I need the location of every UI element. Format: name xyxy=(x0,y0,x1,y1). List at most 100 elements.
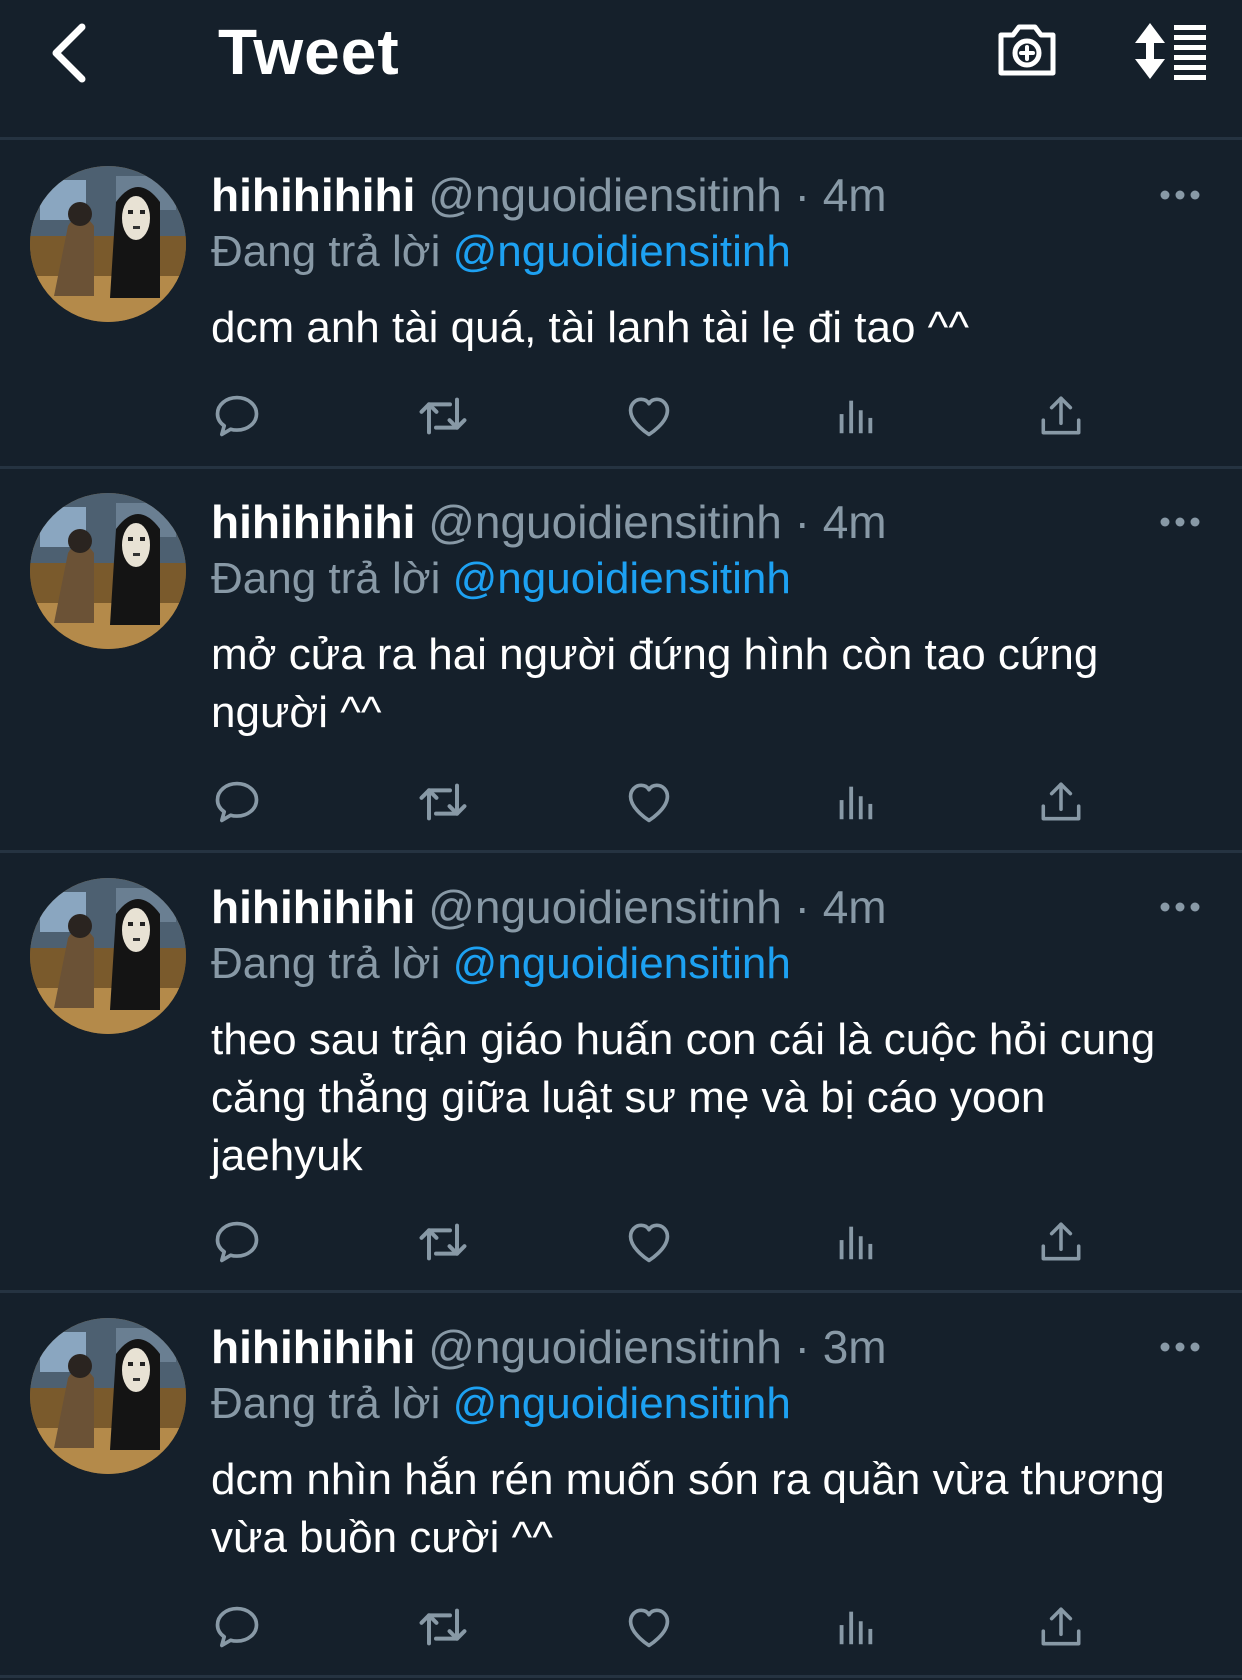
tweet[interactable]: hihihihihi @nguoidiensitinh · 4m Đang tr… xyxy=(0,140,1242,469)
reply-icon xyxy=(211,776,263,828)
more-dots-icon[interactable] xyxy=(1158,180,1202,210)
reply-context: Đang trả lời @nguoidiensitinh xyxy=(211,224,791,280)
bottom-divider xyxy=(0,1675,1242,1678)
separator-dot: · xyxy=(794,1321,810,1373)
like-button[interactable] xyxy=(619,386,679,446)
timestamp: 4m xyxy=(822,496,887,548)
reply-mention-link[interactable]: @nguoidiensitinh xyxy=(453,554,791,603)
reply-prefix: Đang trả lời xyxy=(211,227,441,276)
display-name[interactable]: hihihihihi xyxy=(211,169,415,221)
reply-context: Đang trả lời @nguoidiensitinh xyxy=(211,551,791,607)
reply-prefix: Đang trả lời xyxy=(211,554,441,603)
like-button[interactable] xyxy=(619,1212,679,1272)
share-icon xyxy=(1036,1217,1086,1267)
tweet-text: dcm anh tài quá, tài lanh tài lẹ đi tao … xyxy=(211,303,969,352)
separator-dot: · xyxy=(794,169,810,221)
tweet-text: dcm nhìn hắn rén muốn són ra quần vừa th… xyxy=(211,1455,1165,1562)
tweet-header: hihihihihi @nguoidiensitinh · 4m xyxy=(211,879,887,935)
more-dots-icon[interactable] xyxy=(1158,507,1202,537)
chevron-left-icon xyxy=(52,23,86,83)
back-button[interactable] xyxy=(38,18,98,88)
analytics-icon xyxy=(832,1604,878,1650)
reply-icon xyxy=(211,1601,263,1653)
tweet[interactable]: hihihihihi @nguoidiensitinh · 4m Đang tr… xyxy=(0,469,1242,853)
retweet-icon xyxy=(415,388,471,444)
display-name[interactable]: hihihihihi xyxy=(211,496,415,548)
reply-mention-link[interactable]: @nguoidiensitinh xyxy=(453,1379,791,1428)
like-button[interactable] xyxy=(619,772,679,832)
avatar[interactable] xyxy=(30,166,186,322)
separator-dot: · xyxy=(794,496,810,548)
reply-prefix: Đang trả lời xyxy=(211,1379,441,1428)
share-button[interactable] xyxy=(1031,1212,1091,1272)
analytics-icon xyxy=(832,393,878,439)
reply-prefix: Đang trả lời xyxy=(211,939,441,988)
retweet-button[interactable] xyxy=(413,772,473,832)
heart-icon xyxy=(623,1216,675,1268)
action-bar xyxy=(0,772,1242,832)
user-handle[interactable]: @nguoidiensitinh xyxy=(428,1321,782,1373)
retweet-button[interactable] xyxy=(413,1212,473,1272)
retweet-icon xyxy=(415,774,471,830)
reply-button[interactable] xyxy=(207,386,267,446)
share-icon xyxy=(1036,777,1086,827)
display-name[interactable]: hihihihihi xyxy=(211,881,415,933)
reply-icon xyxy=(211,390,263,442)
analytics-button[interactable] xyxy=(825,1597,885,1657)
analytics-button[interactable] xyxy=(825,386,885,446)
retweet-icon xyxy=(415,1599,471,1655)
more-dots-icon[interactable] xyxy=(1158,892,1202,922)
analytics-button[interactable] xyxy=(825,772,885,832)
page-title: Tweet xyxy=(218,16,400,88)
heart-icon xyxy=(623,1601,675,1653)
action-bar xyxy=(0,1597,1242,1657)
camera-plus-icon xyxy=(998,24,1056,76)
like-button[interactable] xyxy=(619,1597,679,1657)
camera-button[interactable] xyxy=(992,14,1062,84)
reply-button[interactable] xyxy=(207,1597,267,1657)
share-button[interactable] xyxy=(1031,386,1091,446)
reply-context: Đang trả lời @nguoidiensitinh xyxy=(211,936,791,992)
tweet[interactable]: hihihihihi @nguoidiensitinh · 4m Đang tr… xyxy=(0,853,1242,1293)
timestamp: 3m xyxy=(822,1321,887,1373)
reply-mention-link[interactable]: @nguoidiensitinh xyxy=(453,227,791,276)
reply-mention-link[interactable]: @nguoidiensitinh xyxy=(453,939,791,988)
sort-button[interactable] xyxy=(1128,16,1212,86)
retweet-icon xyxy=(415,1214,471,1270)
user-handle[interactable]: @nguoidiensitinh xyxy=(428,496,782,548)
tweet-header: hihihihihi @nguoidiensitinh · 4m xyxy=(211,167,887,223)
tweet-header: hihihihihi @nguoidiensitinh · 4m xyxy=(211,494,887,550)
tweet[interactable]: hihihihihi @nguoidiensitinh · 3m Đang tr… xyxy=(0,1293,1242,1680)
avatar[interactable] xyxy=(30,493,186,649)
tweet-header: hihihihihi @nguoidiensitinh · 3m xyxy=(211,1319,887,1375)
sort-list-icon xyxy=(1135,23,1206,80)
reply-button[interactable] xyxy=(207,1212,267,1272)
share-button[interactable] xyxy=(1031,772,1091,832)
share-icon xyxy=(1036,391,1086,441)
reply-icon xyxy=(211,1216,263,1268)
action-bar xyxy=(0,386,1242,446)
share-button[interactable] xyxy=(1031,1597,1091,1657)
timestamp: 4m xyxy=(822,169,887,221)
retweet-button[interactable] xyxy=(413,386,473,446)
separator-dot: · xyxy=(794,881,810,933)
avatar[interactable] xyxy=(30,1318,186,1474)
more-dots-icon[interactable] xyxy=(1158,1332,1202,1362)
reply-button[interactable] xyxy=(207,772,267,832)
tweet-text: theo sau trận giáo huấn con cái là cuộc … xyxy=(211,1015,1156,1180)
display-name[interactable]: hihihihihi xyxy=(211,1321,415,1373)
analytics-icon xyxy=(832,1219,878,1265)
reply-context: Đang trả lời @nguoidiensitinh xyxy=(211,1376,791,1432)
action-bar xyxy=(0,1212,1242,1272)
avatar[interactable] xyxy=(30,878,186,1034)
user-handle[interactable]: @nguoidiensitinh xyxy=(428,169,782,221)
heart-icon xyxy=(623,776,675,828)
share-icon xyxy=(1036,1602,1086,1652)
analytics-button[interactable] xyxy=(825,1212,885,1272)
analytics-icon xyxy=(832,779,878,825)
heart-icon xyxy=(623,390,675,442)
timestamp: 4m xyxy=(822,881,887,933)
top-bar: Tweet xyxy=(0,0,1242,140)
retweet-button[interactable] xyxy=(413,1597,473,1657)
user-handle[interactable]: @nguoidiensitinh xyxy=(428,881,782,933)
